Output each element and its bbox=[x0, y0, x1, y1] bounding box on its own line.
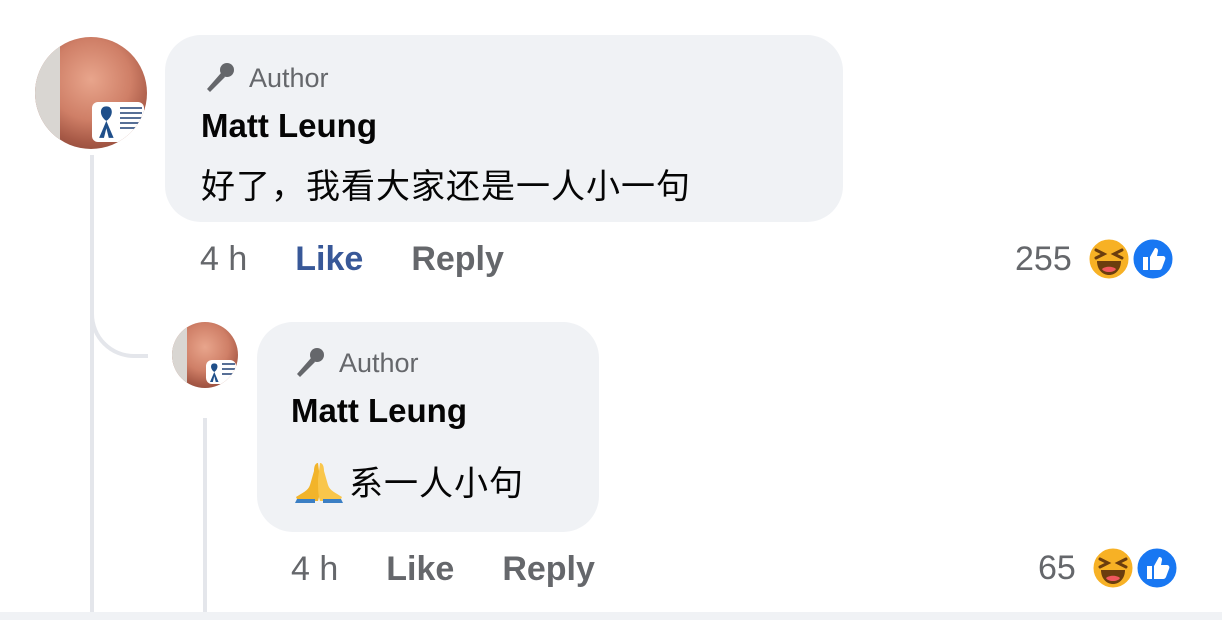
commenter-name[interactable]: Matt Leung bbox=[291, 392, 565, 430]
reaction-summary[interactable]: 65 bbox=[1038, 545, 1180, 591]
author-badge-label: Author bbox=[249, 62, 329, 93]
comment-bubble: Author Matt Leung 系一人小句 bbox=[257, 322, 599, 532]
awareness-ribbon-icon bbox=[209, 363, 219, 382]
thread-connector bbox=[90, 270, 148, 358]
awareness-ribbon-icon bbox=[99, 106, 114, 139]
avatar[interactable] bbox=[35, 37, 147, 149]
comment-text: 系一人小句 bbox=[349, 465, 524, 503]
haha-reaction-icon bbox=[1086, 236, 1132, 282]
haha-reaction-icon bbox=[1090, 545, 1136, 591]
thread-line-lower bbox=[90, 350, 94, 612]
reaction-count: 255 bbox=[1015, 239, 1072, 278]
reaction-count: 65 bbox=[1038, 548, 1076, 587]
avatar[interactable] bbox=[172, 322, 238, 388]
support-badge bbox=[205, 360, 237, 385]
bottom-divider bbox=[0, 612, 1222, 620]
comment-actions: 4 h Like Reply bbox=[291, 550, 595, 589]
reaction-summary[interactable]: 255 bbox=[1015, 236, 1176, 282]
like-reaction-icon bbox=[1130, 236, 1176, 282]
author-badge-label: Author bbox=[339, 347, 419, 378]
commenter-name[interactable]: Matt Leung bbox=[201, 107, 807, 145]
like-button[interactable]: Like bbox=[386, 550, 454, 589]
comment-text: 好了，我看大家还是一人小一句 bbox=[201, 168, 691, 206]
thread-line-reply bbox=[203, 418, 207, 612]
timestamp[interactable]: 4 h bbox=[200, 240, 247, 279]
microphone-icon bbox=[297, 348, 324, 377]
comment-text-row: 系一人小句 bbox=[291, 456, 565, 505]
like-button[interactable]: Like bbox=[295, 240, 363, 279]
reply-button[interactable]: Reply bbox=[502, 550, 595, 589]
reply-button[interactable]: Reply bbox=[411, 240, 504, 279]
comment-actions: 4 h Like Reply bbox=[200, 240, 504, 279]
microphone-icon bbox=[207, 63, 234, 92]
comment-bubble: Author Matt Leung 好了，我看大家还是一人小一句 bbox=[165, 35, 843, 222]
like-reaction-icon bbox=[1134, 545, 1180, 591]
author-badge: Author bbox=[291, 346, 565, 380]
timestamp[interactable]: 4 h bbox=[291, 550, 338, 589]
author-badge: Author bbox=[201, 61, 807, 95]
support-badge bbox=[92, 101, 144, 143]
pray-emoji bbox=[295, 462, 343, 503]
